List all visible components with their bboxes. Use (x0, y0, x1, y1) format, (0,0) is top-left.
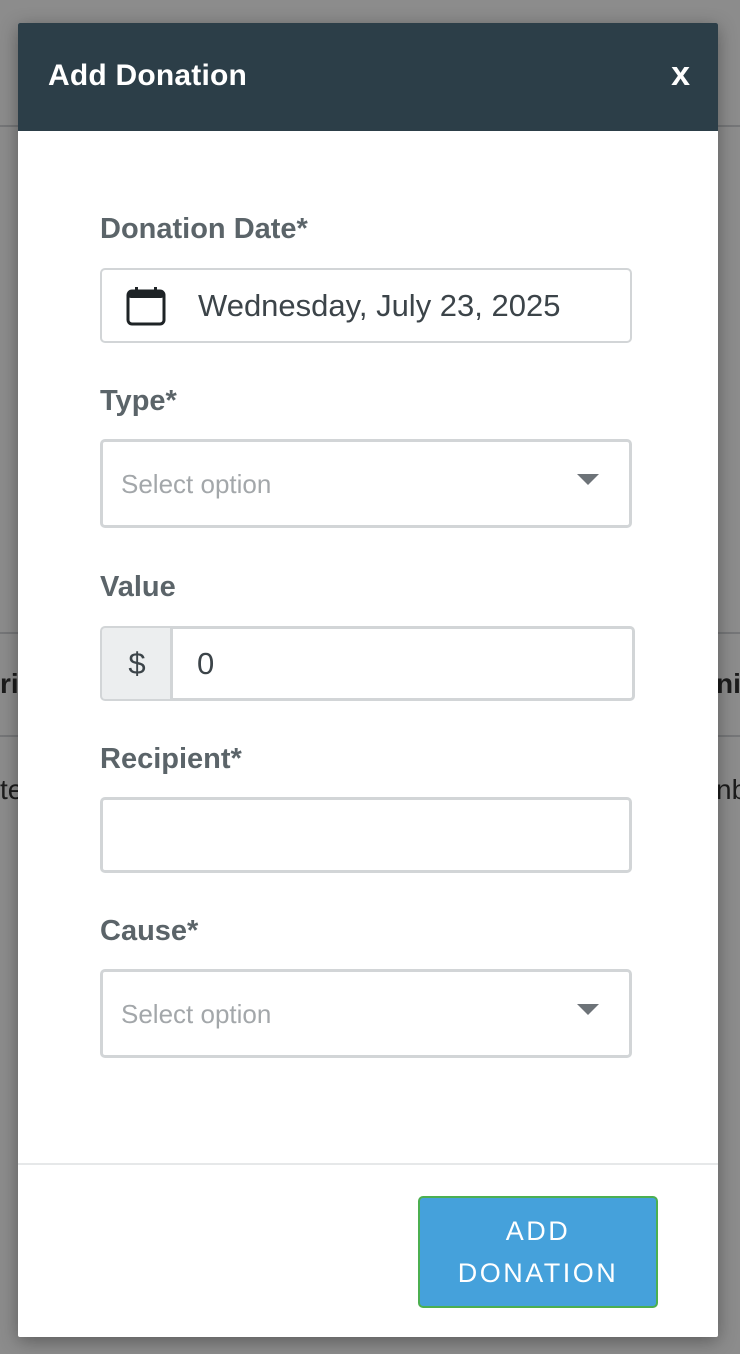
modal-title: Add Donation (48, 59, 248, 92)
cause-label: Cause* (100, 915, 199, 947)
close-button[interactable]: x (671, 57, 690, 91)
add-donation-button[interactable]: ADD DONATION (418, 1196, 658, 1308)
recipient-label: Recipient* (100, 743, 242, 775)
value-label: Value (100, 571, 176, 603)
caret-down-icon (577, 1004, 599, 1015)
value-input[interactable]: 0 (170, 626, 635, 701)
add-donation-modal: Add Donation x Donation Date* Wednesday,… (18, 23, 718, 1337)
currency-addon: $ (100, 626, 172, 701)
recipient-input[interactable] (100, 797, 632, 873)
calendar-icon (126, 287, 166, 326)
donation-date-label: Donation Date* (100, 213, 308, 245)
caret-down-icon (577, 474, 599, 485)
modal-body: Donation Date* Wednesday, July 23, 2025 … (18, 131, 718, 1163)
add-donation-button-label: ADD DONATION (457, 1216, 619, 1288)
modal-footer: ADD DONATION (18, 1163, 718, 1337)
modal-header: Add Donation x (18, 23, 718, 131)
value-input-group: $ 0 (100, 626, 635, 701)
donation-date-picker[interactable]: Wednesday, July 23, 2025 (100, 268, 632, 343)
type-label: Type* (100, 385, 177, 417)
type-select-placeholder: Select option (121, 469, 272, 499)
type-select[interactable]: Select option (100, 439, 632, 528)
cause-select[interactable]: Select option (100, 969, 632, 1058)
donation-date-value: Wednesday, July 23, 2025 (198, 288, 561, 323)
cause-select-placeholder: Select option (121, 999, 272, 1029)
